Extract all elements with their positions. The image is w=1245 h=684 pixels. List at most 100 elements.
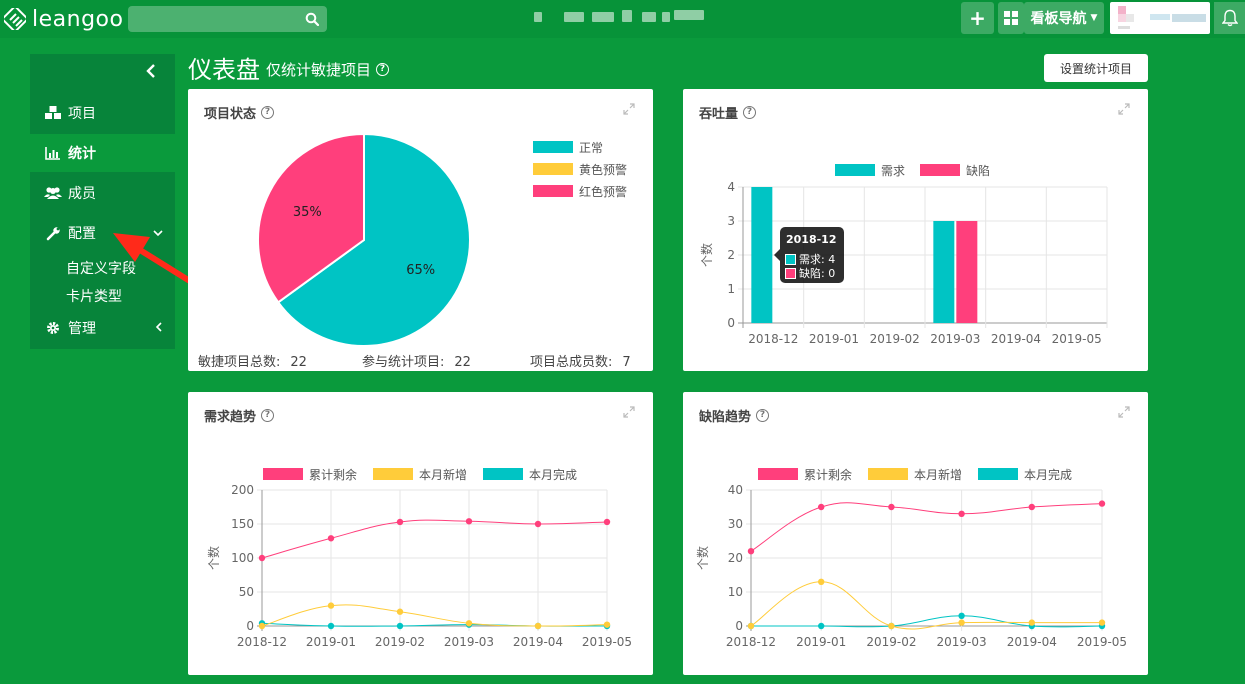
x-tick-label: 2019-02 — [870, 332, 920, 346]
throughput-bar-chart: 0 1 2 3 4 2018-12 2019-01 2019-02 2019-03 2019-04… — [699, 163, 1108, 346]
help-icon[interactable]: ? — [261, 409, 275, 422]
bar — [956, 221, 978, 323]
add-button[interactable]: + — [961, 2, 994, 34]
data-point — [818, 622, 825, 630]
x-tick-label: 2019-01 — [809, 332, 859, 346]
legend-label: 正常 — [579, 141, 603, 155]
legend-label: 本月新增 — [914, 467, 962, 482]
card-title-text: 需求趋势 — [204, 410, 257, 425]
data-point — [465, 620, 473, 627]
help-icon[interactable]: ? — [743, 106, 757, 119]
legend-swatch — [373, 468, 413, 480]
sidebar-subitem-custom-fields[interactable]: 自定义字段 — [66, 258, 136, 278]
legend-label: 缺陷 — [966, 163, 990, 178]
help-icon[interactable]: ? — [376, 63, 390, 76]
x-tick-label: 2019-03 — [937, 635, 987, 649]
bar — [933, 221, 955, 323]
grid-icon — [1004, 11, 1018, 25]
x-tick-label: 2019-04 — [1007, 635, 1057, 649]
x-tick-label: 2019-05 — [1052, 332, 1102, 346]
tooltip-text: 缺陷: 0 — [799, 267, 836, 280]
data-point — [747, 622, 755, 630]
sidebar: 项目 统计 成员 配置 自定义字段 卡片类型 管理 — [30, 54, 175, 349]
board-nav-label: 看板导航 — [1030, 11, 1087, 27]
data-point — [818, 503, 825, 511]
expand-icon[interactable] — [1118, 406, 1130, 418]
set-statistics-projects-button[interactable]: 设置统计项目 — [1044, 54, 1148, 82]
data-point — [327, 622, 335, 630]
data-point — [1028, 619, 1035, 626]
x-tick-label: 2019-01 — [306, 635, 356, 649]
data-point — [327, 535, 335, 542]
board-grid-button[interactable] — [998, 2, 1024, 34]
series-line — [751, 615, 1103, 628]
stat-value: 22 — [454, 355, 471, 370]
logo-text: leangoo — [32, 6, 124, 32]
data-point — [534, 520, 542, 528]
search-icon[interactable] — [305, 12, 319, 26]
data-point — [534, 622, 542, 630]
user-avatar[interactable] — [1110, 2, 1210, 34]
tooltip-title: 2018-12 — [786, 233, 837, 246]
stat-counted-projects: 参与统计项目: 22 — [362, 351, 471, 370]
data-point — [958, 619, 965, 626]
y-tick-label: 30 — [728, 517, 743, 531]
users-icon — [44, 184, 62, 202]
wrench-icon — [44, 224, 62, 242]
y-tick-label: 200 — [231, 483, 254, 497]
sidebar-item-label: 成员 — [68, 186, 96, 202]
legend-swatch — [533, 141, 573, 153]
defect-trend-line-chart: 0 10 20 30 40 2018-12 2019-01 2019-02 2019-03 201… — [695, 467, 1127, 649]
sidebar-item-label: 配置 — [68, 226, 96, 242]
stat-label: 敏捷项目总数: — [198, 355, 281, 370]
demand-trend-line-chart: 0 50 100 150 200 2018-12 2019-01 2019-02 2019-03… — [206, 467, 632, 649]
y-tick-label: 20 — [728, 551, 743, 565]
sidebar-item-admin[interactable]: 管理 — [30, 309, 175, 347]
search-input[interactable] — [128, 6, 327, 32]
tooltip-swatch — [785, 253, 796, 265]
sidebar-subitem-card-types[interactable]: 卡片类型 — [66, 286, 122, 306]
data-point — [1028, 503, 1035, 511]
x-tick-label: 2018-12 — [748, 332, 798, 346]
legend-label: 需求 — [881, 164, 905, 178]
series-line — [261, 604, 608, 627]
sidebar-item-label: 项目 — [68, 106, 96, 122]
sidebar-item-label: 统计 — [68, 146, 96, 162]
board-nav-dropdown[interactable]: 看板导航 ▼ — [1024, 2, 1104, 34]
data-point — [958, 612, 965, 619]
project-status-card: 项目状态 ? 65% 35% 正常 黄色预警 红色预警 敏捷项目总数: 22 参与统计项目… — [188, 89, 653, 371]
notification-button[interactable] — [1214, 2, 1245, 34]
tooltip-line-defect: 缺陷: 0 — [785, 265, 835, 281]
bell-icon — [1221, 9, 1238, 27]
demand-trend-card: 0 50 100 150 200 2018-12 2019-01 2019-02 2019-03… — [188, 392, 653, 675]
x-tick-label: 2019-04 — [991, 332, 1041, 346]
sidebar-item-config[interactable]: 配置 — [30, 214, 175, 252]
sidebar-item-members[interactable]: 成员 — [30, 174, 175, 212]
stat-agile-projects: 敏捷项目总数: 22 — [198, 351, 307, 370]
logo[interactable]: leangoo — [4, 6, 123, 32]
y-tick-label: 50 — [239, 585, 254, 599]
tooltip-swatch — [785, 267, 796, 279]
page-title: 仪表盘 — [188, 56, 260, 84]
sidebar-item-statistics[interactable]: 统计 — [30, 134, 175, 172]
stat-label: 项目总成员数: — [530, 355, 613, 370]
sidebar-item-projects[interactable]: 项目 — [30, 94, 175, 132]
legend-swatch — [263, 468, 303, 480]
legend-label: 累计剩余 — [309, 467, 357, 482]
data-point — [958, 510, 965, 517]
expand-icon[interactable] — [623, 406, 635, 418]
y-axis-label: 个数 — [699, 243, 714, 267]
tooltip-arrow — [774, 249, 780, 261]
data-point — [396, 518, 404, 526]
gear-icon — [44, 319, 62, 337]
y-tick-label: 0 — [735, 619, 743, 633]
x-tick-label: 2019-03 — [444, 635, 494, 649]
help-icon[interactable]: ? — [756, 409, 770, 422]
x-tick-label: 2019-04 — [513, 635, 563, 649]
expand-icon[interactable] — [1118, 103, 1130, 115]
data-point — [396, 608, 404, 615]
collapse-sidebar-icon[interactable] — [140, 60, 162, 82]
leangoo-logo-icon — [4, 8, 26, 30]
y-tick-label: 1 — [727, 282, 735, 296]
x-tick-label: 2018-12 — [237, 635, 287, 649]
